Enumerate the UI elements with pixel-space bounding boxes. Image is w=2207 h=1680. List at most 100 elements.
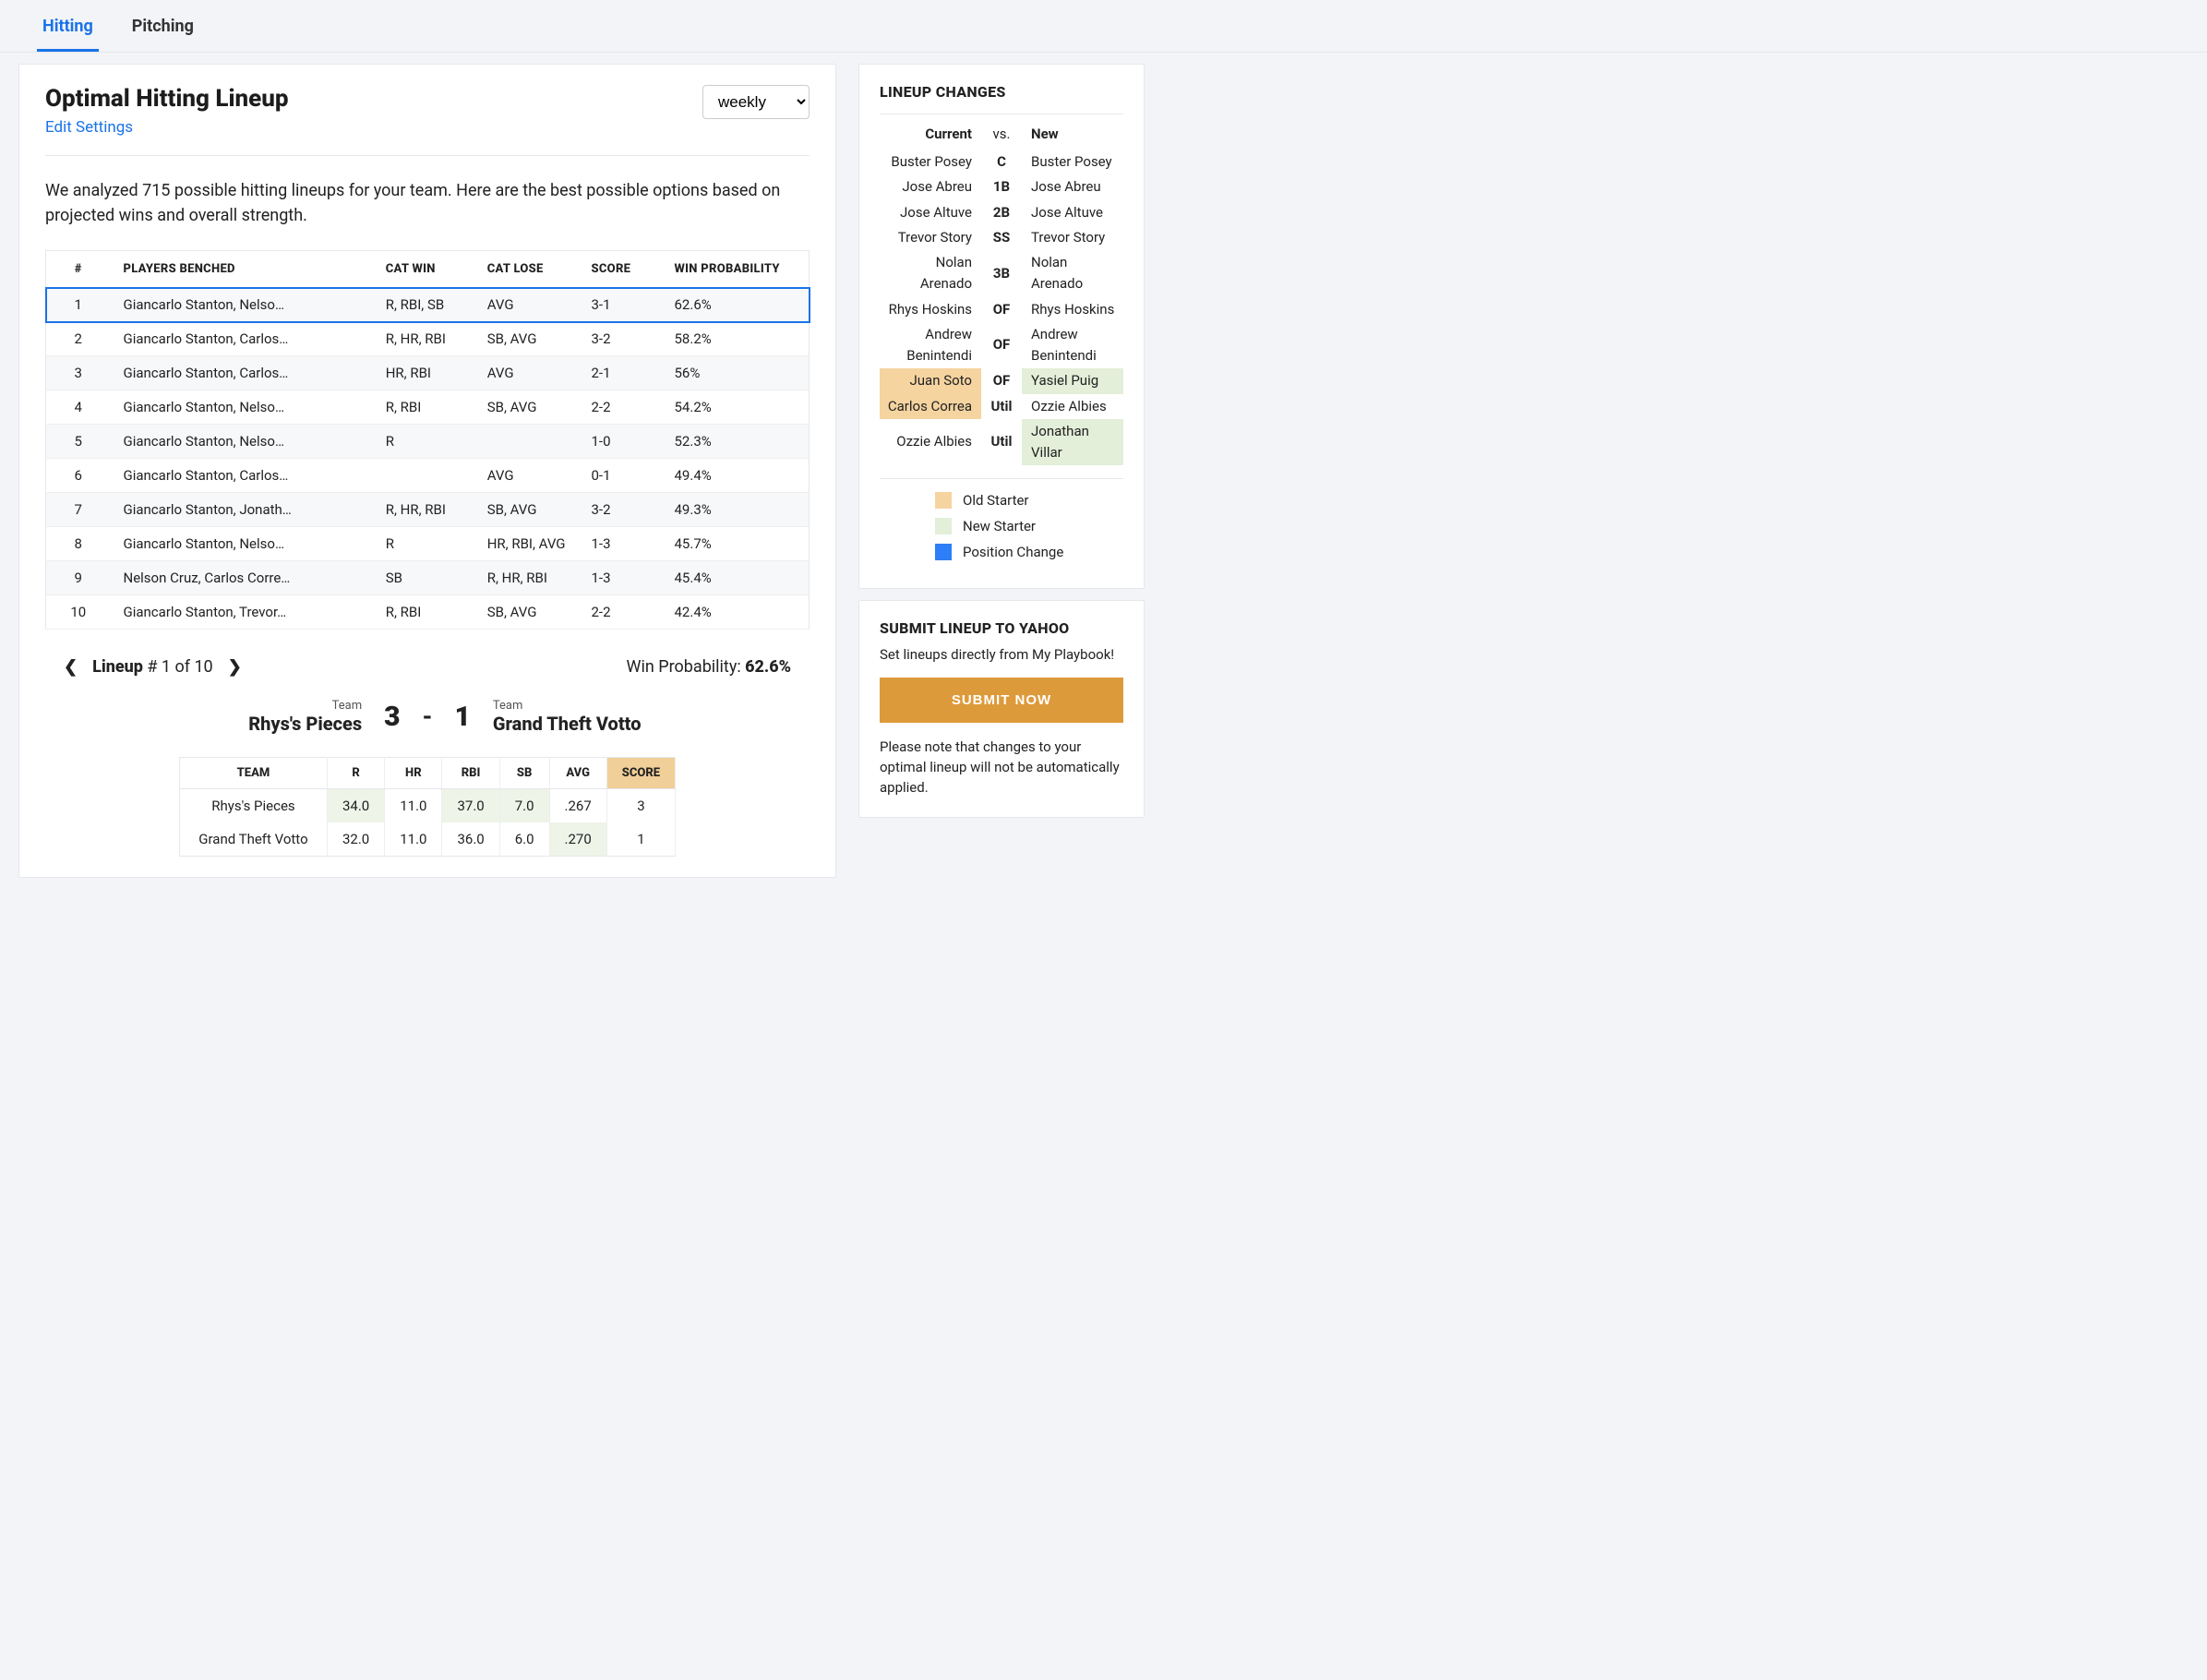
team-b-name: Grand Theft Votto	[493, 713, 678, 735]
prev-lineup-icon[interactable]: ❮	[64, 657, 78, 677]
change-new: Rhys Hoskins	[1022, 297, 1123, 322]
change-new: Jose Altuve	[1022, 200, 1123, 225]
cell-catwin: R, RBI	[373, 595, 474, 630]
change-pos: Util	[981, 431, 1022, 452]
cell-catwin: HR, RBI	[373, 356, 474, 390]
change-current: Juan Soto	[880, 368, 981, 393]
team-a-name: Rhys's Pieces	[177, 713, 362, 735]
table-row[interactable]: 6Giancarlo Stanton, Carlos…AVG0-149.4%	[46, 459, 810, 493]
table-row[interactable]: 3Giancarlo Stanton, Carlos…HR, RBIAVG2-1…	[46, 356, 810, 390]
cell-players: Giancarlo Stanton, Carlos…	[111, 459, 373, 493]
cell-players: Giancarlo Stanton, Nelso…	[111, 425, 373, 459]
change-current: Buster Posey	[880, 150, 981, 174]
lineup-changes-title: LINEUP CHANGES	[880, 83, 1123, 114]
stat-col-score: SCORE	[606, 758, 675, 789]
change-pos: C	[981, 151, 1022, 173]
cell-score: 1-3	[579, 561, 662, 595]
cell-num: 8	[46, 527, 111, 561]
team-b-score: 1	[454, 701, 470, 733]
submit-now-button[interactable]: SUBMIT NOW	[880, 678, 1123, 723]
period-select[interactable]: weekly	[702, 85, 810, 119]
cell-catwin: R	[373, 527, 474, 561]
page-title: Optimal Hitting Lineup	[45, 85, 289, 113]
cell-players: Giancarlo Stanton, Nelso…	[111, 390, 373, 425]
cell-winprob: 45.4%	[662, 561, 810, 595]
cell-winprob: 58.2%	[662, 322, 810, 356]
cell-num: 4	[46, 390, 111, 425]
table-row[interactable]: 8Giancarlo Stanton, Nelso…RHR, RBI, AVG1…	[46, 527, 810, 561]
cell-catlose: HR, RBI, AVG	[474, 527, 579, 561]
tab-pitching[interactable]: Pitching	[126, 17, 199, 52]
legend: Old Starter New Starter Position Change	[880, 478, 1123, 560]
table-row[interactable]: 2Giancarlo Stanton, Carlos…R, HR, RBISB,…	[46, 322, 810, 356]
table-row[interactable]: 9Nelson Cruz, Carlos Corre…SBR, HR, RBI1…	[46, 561, 810, 595]
matchup-header: Team Rhys's Pieces 3 - 1 Team Grand Thef…	[45, 699, 810, 735]
cell-players: Giancarlo Stanton, Carlos…	[111, 356, 373, 390]
stat-cell: .267	[549, 789, 606, 823]
col-num: #	[46, 251, 111, 288]
legend-old: Old Starter	[963, 492, 1029, 509]
change-new: Buster Posey	[1022, 150, 1123, 174]
cell-score: 1-3	[579, 527, 662, 561]
stat-team-name: Grand Theft Votto	[179, 822, 327, 857]
edit-settings-link[interactable]: Edit Settings	[45, 118, 133, 137]
cell-score: 3-1	[579, 288, 662, 322]
cell-catlose: SB, AVG	[474, 390, 579, 425]
cell-score: 3-2	[579, 493, 662, 527]
change-current: Ozzie Albies	[880, 429, 981, 454]
stat-cell: .270	[549, 822, 606, 857]
next-lineup-icon[interactable]: ❯	[228, 657, 242, 677]
legend-new: New Starter	[963, 518, 1036, 534]
stat-cell: 11.0	[385, 822, 442, 857]
lineup-changes-panel: LINEUP CHANGES Current vs. New Buster Po…	[858, 64, 1145, 589]
win-probability: Win Probability: 62.6%	[627, 657, 792, 677]
stat-col-rbi: RBI	[442, 758, 499, 789]
cell-score: 2-2	[579, 390, 662, 425]
cell-winprob: 49.3%	[662, 493, 810, 527]
change-row: Trevor StorySSTrevor Story	[880, 225, 1123, 250]
cell-players: Giancarlo Stanton, Nelso…	[111, 527, 373, 561]
cell-num: 10	[46, 595, 111, 630]
table-row[interactable]: 7Giancarlo Stanton, Jonath…R, HR, RBISB,…	[46, 493, 810, 527]
table-row[interactable]: 4Giancarlo Stanton, Nelso…R, RBISB, AVG2…	[46, 390, 810, 425]
legend-pos: Position Change	[963, 544, 1063, 560]
cell-catwin: R, HR, RBI	[373, 493, 474, 527]
stat-cell: 6.0	[499, 822, 549, 857]
cell-score: 1-0	[579, 425, 662, 459]
cell-catlose: AVG	[474, 288, 579, 322]
table-row[interactable]: 5Giancarlo Stanton, Nelso…R1-052.3%	[46, 425, 810, 459]
change-new: Nolan Arenado	[1022, 250, 1123, 297]
submit-note: Please note that changes to your optimal…	[880, 738, 1123, 798]
change-row: Rhys HoskinsOFRhys Hoskins	[880, 297, 1123, 322]
change-current: Jose Altuve	[880, 200, 981, 225]
submit-title: SUBMIT LINEUP TO YAHOO	[880, 619, 1123, 641]
stat-col-team: TEAM	[179, 758, 327, 789]
change-current: Carlos Correa	[880, 394, 981, 419]
stat-cell: 7.0	[499, 789, 549, 823]
tab-hitting[interactable]: Hitting	[37, 17, 99, 52]
col-catwin: CAT WIN	[373, 251, 474, 288]
change-pos: 1B	[981, 176, 1022, 198]
lineups-table: # PLAYERS BENCHED CAT WIN CAT LOSE SCORE…	[45, 250, 810, 630]
change-row: Andrew BenintendiOFAndrew Benintendi	[880, 322, 1123, 369]
table-row[interactable]: 10Giancarlo Stanton, Trevor…R, RBISB, AV…	[46, 595, 810, 630]
cell-players: Giancarlo Stanton, Trevor…	[111, 595, 373, 630]
cell-players: Giancarlo Stanton, Jonath…	[111, 493, 373, 527]
cell-score: 0-1	[579, 459, 662, 493]
swatch-old-starter	[935, 492, 952, 509]
change-new: Jonathan Villar	[1022, 419, 1123, 466]
change-row: Jose Abreu1BJose Abreu	[880, 174, 1123, 199]
change-current: Jose Abreu	[880, 174, 981, 199]
changes-head-current: Current	[880, 126, 981, 142]
intro-text: We analyzed 715 possible hitting lineups…	[45, 178, 810, 228]
stat-team-name: Rhys's Pieces	[179, 789, 327, 823]
stat-cell: 1	[606, 822, 675, 857]
cell-winprob: 42.4%	[662, 595, 810, 630]
cell-winprob: 56%	[662, 356, 810, 390]
table-row[interactable]: 1Giancarlo Stanton, Nelso…R, RBI, SBAVG3…	[46, 288, 810, 322]
change-row: Ozzie AlbiesUtilJonathan Villar	[880, 419, 1123, 466]
change-pos: OF	[981, 370, 1022, 391]
main-panel: Optimal Hitting Lineup Edit Settings wee…	[18, 64, 836, 878]
cell-catwin: R, RBI, SB	[373, 288, 474, 322]
cell-catlose: SB, AVG	[474, 322, 579, 356]
